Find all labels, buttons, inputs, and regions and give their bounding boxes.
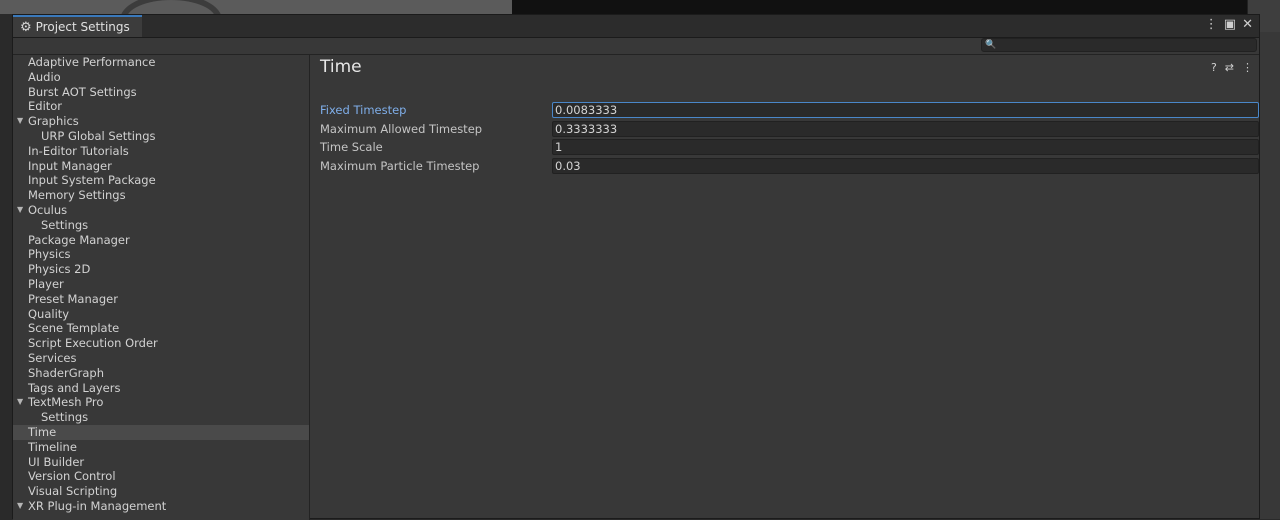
sidebar-item-label: Physics 2D (28, 262, 91, 277)
more-options-icon[interactable]: ⋮ (1205, 17, 1218, 32)
sidebar-item-memory-settings[interactable]: Memory Settings (13, 188, 309, 203)
sidebar-item-label: Player (28, 276, 64, 291)
field-row-fixed-timestep: Fixed Timestep 0.0083333 (320, 102, 1259, 119)
sidebar-item-label: Scene Template (28, 321, 120, 336)
sidebar-item-label: Time (28, 424, 57, 439)
menu-icon[interactable]: ⋮ (1242, 61, 1253, 74)
sidebar-item-physics[interactable]: Physics (13, 247, 309, 262)
window-tab[interactable]: ⚙ Project Settings (13, 15, 142, 37)
sidebar-item-label: Graphics (28, 114, 79, 129)
sidebar-item-label: TextMesh Pro (28, 395, 104, 410)
expand-arrow-icon[interactable]: ▼ (17, 114, 23, 129)
settings-content: Time ? ⇄ ⋮ Fixed Timestep 0.0083333 Maximu… (310, 55, 1259, 518)
help-icon[interactable]: ? (1211, 61, 1217, 74)
sidebar-item-graphics[interactable]: ▼ Graphics (13, 114, 309, 129)
sidebar-item-physics-2d[interactable]: Physics 2D (13, 262, 309, 277)
sidebar-item-shadergraph[interactable]: ShaderGraph (13, 366, 309, 381)
window-title: Project Settings (35, 20, 130, 34)
field-row-time-scale: Time Scale 1 (320, 139, 1259, 156)
sidebar-item-burst-aot-settings[interactable]: Burst AOT Settings (13, 85, 309, 100)
sidebar-item-in-editor-tutorials[interactable]: In-Editor Tutorials (13, 144, 309, 159)
sidebar-item-timeline[interactable]: Timeline (13, 440, 309, 455)
sidebar-item-label: Input System Package (28, 173, 156, 188)
toolbar: 🔍 (13, 38, 1259, 55)
sidebar-item-label: UI Builder (28, 454, 85, 469)
sidebar-item-label: Services (28, 350, 77, 365)
header-icons: ? ⇄ ⋮ (1211, 61, 1253, 74)
sidebar-item-label: In-Editor Tutorials (28, 143, 129, 158)
sidebar-item-settings[interactable]: Settings (13, 218, 309, 233)
sidebar-item-script-execution-order[interactable]: Script Execution Order (13, 336, 309, 351)
field-input[interactable]: 1 (552, 139, 1259, 155)
sidebar-item-label: Audio (28, 69, 61, 84)
sidebar-item-label: Quality (28, 306, 70, 321)
sidebar-item-label: Oculus (28, 202, 68, 217)
sidebar-item-label: ShaderGraph (28, 365, 105, 380)
sidebar-item-oculus[interactable]: ▼ Oculus (13, 203, 309, 218)
sidebar-item-label: Input Manager (28, 158, 112, 173)
sidebar-item-textmesh-pro[interactable]: ▼ TextMesh Pro (13, 395, 309, 410)
sidebar-item-label: Timeline (28, 439, 77, 454)
settings-sidebar: Adaptive Performance Audio Burst AOT Setti… (13, 55, 310, 520)
window-controls: ⋮ ▣ ✕ (1205, 17, 1253, 32)
sidebar-item-label: Package Manager (28, 232, 130, 247)
sidebar-item-xr-plug-in-management[interactable]: ▼ XR Plug-in Management (13, 499, 309, 514)
expand-arrow-icon[interactable]: ▼ (17, 395, 23, 410)
sidebar-item-label: Visual Scripting (28, 484, 118, 499)
sidebar-item-label: Script Execution Order (28, 336, 158, 351)
sidebar-item-label: URP Global Settings (41, 128, 156, 143)
sidebar-item-label: Settings (41, 410, 89, 425)
search-input[interactable]: 🔍 (981, 38, 1257, 52)
sidebar-item-scene-template[interactable]: Scene Template (13, 321, 309, 336)
field-input[interactable]: 0.3333333 (552, 121, 1259, 137)
sidebar-item-label: Burst AOT Settings (28, 84, 137, 99)
scene-background (0, 0, 512, 46)
field-label: Maximum Allowed Timestep (320, 122, 483, 136)
sidebar-item-urp-global-settings[interactable]: URP Global Settings (13, 129, 309, 144)
field-row-maximum-particle-timestep: Maximum Particle Timestep 0.03 (320, 158, 1259, 175)
project-settings-window: ⚙ Project Settings ⋮ ▣ ✕ 🔍 Adaptive Perf… (12, 14, 1260, 520)
sidebar-item-label: Tags and Layers (28, 380, 121, 395)
sidebar-item-package-manager[interactable]: Package Manager (13, 233, 309, 248)
sidebar-item-label: Editor (28, 99, 63, 114)
sidebar-item-label: Version Control (28, 469, 116, 484)
field-input[interactable]: 0.0083333 (552, 102, 1259, 118)
sidebar-item-label: Settings (41, 217, 89, 232)
sidebar-item-services[interactable]: Services (13, 351, 309, 366)
search-icon: 🔍 (985, 40, 997, 50)
field-row-maximum-allowed-timestep: Maximum Allowed Timestep 0.3333333 (320, 121, 1259, 138)
field-input[interactable]: 0.03 (552, 158, 1259, 174)
sidebar-item-label: Adaptive Performance (28, 55, 156, 69)
sidebar-item-label: Preset Manager (28, 291, 118, 306)
title-bar: ⚙ Project Settings ⋮ ▣ ✕ (13, 15, 1259, 38)
sidebar-item-input-manager[interactable]: Input Manager (13, 159, 309, 174)
sidebar-item-quality[interactable]: Quality (13, 307, 309, 322)
sidebar-item-version-control[interactable]: Version Control (13, 469, 309, 484)
sidebar-item-editor[interactable]: Editor (13, 99, 309, 114)
expand-arrow-icon[interactable]: ▼ (17, 203, 23, 218)
sidebar-item-ui-builder[interactable]: UI Builder (13, 455, 309, 470)
expand-arrow-icon[interactable]: ▼ (17, 499, 23, 514)
gear-icon: ⚙ (20, 19, 32, 35)
sidebar-item-visual-scripting[interactable]: Visual Scripting (13, 484, 309, 499)
sidebar-item-time[interactable]: Time (13, 424, 309, 440)
field-label: Fixed Timestep (320, 103, 407, 117)
scene-view-background (512, 0, 1247, 14)
sidebar-item-label: Memory Settings (28, 188, 126, 203)
sidebar-item-preset-manager[interactable]: Preset Manager (13, 292, 309, 307)
sidebar-item-player[interactable]: Player (13, 277, 309, 292)
maximize-icon[interactable]: ▣ (1224, 17, 1236, 32)
field-label: Maximum Particle Timestep (320, 159, 480, 173)
sidebar-item-settings[interactable]: Settings (13, 410, 309, 425)
presets-icon[interactable]: ⇄ (1225, 61, 1234, 74)
sidebar-item-tags-and-layers[interactable]: Tags and Layers (13, 381, 309, 396)
page-title: Time (320, 57, 362, 77)
sidebar-item-label: XR Plug-in Management (28, 498, 167, 513)
sidebar-item-audio[interactable]: Audio (13, 70, 309, 85)
field-label: Time Scale (320, 140, 383, 154)
close-icon[interactable]: ✕ (1242, 17, 1253, 32)
sidebar-item-adaptive-performance[interactable]: Adaptive Performance (13, 55, 309, 70)
sidebar-item-input-system-package[interactable]: Input System Package (13, 173, 309, 188)
sidebar-item-label: Physics (28, 247, 71, 262)
